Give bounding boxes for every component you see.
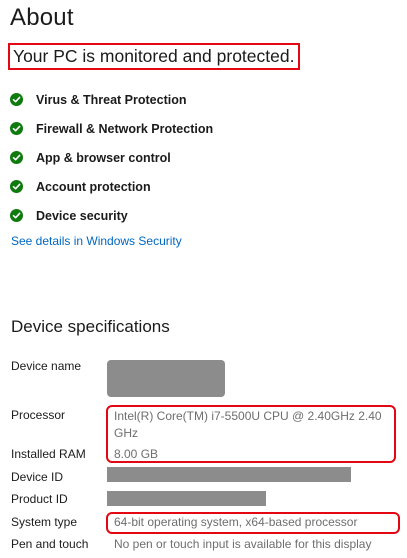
check-circle-icon — [10, 151, 23, 164]
system-type-highlight — [106, 512, 400, 534]
product-id-redacted — [107, 491, 266, 506]
protection-label: Firewall & Network Protection — [36, 121, 214, 136]
device-id-label: Device ID — [11, 470, 64, 484]
pen-touch-label: Pen and touch — [11, 537, 89, 551]
check-circle-icon — [10, 209, 23, 222]
check-circle-icon — [10, 122, 23, 135]
installed-ram-label: Installed RAM — [11, 447, 86, 461]
protection-item-virus: Virus & Threat Protection — [10, 85, 213, 114]
device-specifications-title: Device specifications — [11, 317, 170, 336]
processor-label: Processor — [11, 408, 66, 422]
pen-touch-value: No pen or touch input is available for t… — [114, 537, 372, 551]
protection-item-account: Account protection — [10, 172, 213, 201]
device-name-label: Device name — [11, 359, 82, 373]
security-status-heading: Your PC is monitored and protected. — [8, 43, 300, 70]
protection-item-app-browser: App & browser control — [10, 143, 213, 172]
system-type-label: System type — [11, 515, 78, 529]
product-id-label: Product ID — [11, 492, 68, 506]
protection-label: Device security — [36, 208, 128, 223]
check-circle-icon — [10, 180, 23, 193]
check-circle-icon — [10, 93, 23, 106]
see-details-link[interactable]: See details in Windows Security — [11, 234, 182, 248]
protection-label: App & browser control — [36, 150, 171, 165]
processor-ram-highlight — [106, 405, 396, 463]
protection-item-firewall: Firewall & Network Protection — [10, 114, 213, 143]
protection-label: Virus & Threat Protection — [36, 92, 187, 107]
page-title: About — [10, 4, 74, 31]
protection-label: Account protection — [36, 179, 151, 194]
device-name-redacted — [107, 360, 225, 397]
device-id-redacted — [107, 467, 351, 482]
protection-list: Virus & Threat Protection Firewall & Net… — [10, 85, 213, 230]
protection-item-device-security: Device security — [10, 201, 213, 230]
